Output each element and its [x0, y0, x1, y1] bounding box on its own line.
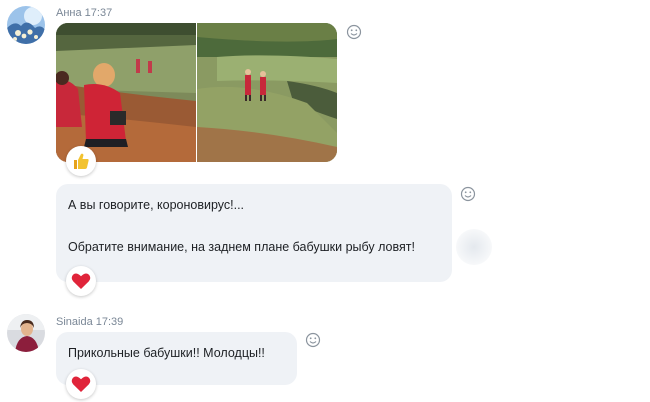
avatar-anna[interactable] [7, 6, 45, 44]
message-line-2: Обратите внимание, на заднем плане бабуш… [68, 240, 415, 254]
photo-gallery [56, 23, 337, 162]
add-reaction-smiley-icon[interactable] [460, 186, 476, 202]
add-reaction-smiley-icon[interactable] [305, 332, 321, 348]
message-text: Прикольные бабушки!! Молодцы!! [68, 346, 265, 360]
reaction-heart[interactable] [66, 369, 96, 399]
reaction-heart[interactable] [66, 266, 96, 296]
photo-divider [196, 23, 197, 162]
author-name[interactable]: Анна [56, 7, 82, 19]
message-time: 17:37 [84, 7, 113, 19]
thumbs-up-icon [74, 153, 89, 169]
heart-icon [71, 376, 91, 392]
photo-two-figures-by-lake[interactable] [197, 23, 337, 162]
add-reaction-smiley-icon[interactable] [346, 24, 362, 40]
avatar-sinaida[interactable] [7, 314, 45, 352]
photo-woman-sitting-leaves[interactable] [56, 23, 196, 162]
message-bubble-text: А вы говорите, короновирус!... Обратите … [56, 184, 452, 282]
message-time: 17:39 [95, 316, 124, 328]
author-name[interactable]: Sinaida [56, 316, 93, 328]
message-meta-anna: Анна 17:37 [56, 7, 112, 19]
message-line-1: А вы говорите, короновирус!... [68, 198, 245, 212]
reaction-thumbs-up[interactable] [66, 146, 96, 176]
message-meta-sinaida: Sinaida 17:39 [56, 316, 123, 328]
blurred-overlay [456, 229, 492, 265]
heart-icon [71, 273, 91, 289]
